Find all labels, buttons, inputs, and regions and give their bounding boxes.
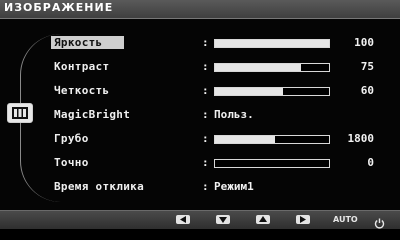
menu-item-brightness[interactable]: Яркость : 100 bbox=[51, 35, 374, 51]
menu-item-label: Яркость bbox=[51, 36, 125, 49]
separator: : bbox=[202, 156, 209, 169]
separator: : bbox=[202, 132, 209, 145]
separator: : bbox=[202, 84, 209, 97]
triangle-left-icon[interactable] bbox=[176, 215, 190, 224]
slider-fill bbox=[215, 88, 284, 95]
separator: : bbox=[202, 36, 209, 49]
slider-fill bbox=[215, 64, 301, 71]
menu-item-label: Четкость bbox=[54, 84, 110, 97]
sharpness-slider[interactable] bbox=[214, 87, 330, 96]
brightness-slider[interactable] bbox=[214, 39, 330, 48]
slider-fill bbox=[215, 40, 329, 47]
menu-item-coarse[interactable]: Грубо : 1800 bbox=[54, 131, 374, 147]
auto-button[interactable]: AUTO bbox=[333, 215, 358, 224]
menu-item-label: Контраст bbox=[54, 60, 110, 73]
osd-menu: ИЗОБРАЖЕНИЕ Яркость : 100 Контраст : 75 … bbox=[0, 0, 400, 229]
sharpness-value: 60 bbox=[360, 84, 374, 97]
menu-item-label: Грубо bbox=[54, 132, 89, 145]
menu-item-magicbright[interactable]: MagicBright : Польз. bbox=[54, 107, 374, 123]
separator: : bbox=[202, 180, 209, 193]
contrast-value: 75 bbox=[360, 60, 374, 73]
fine-value: 0 bbox=[367, 156, 374, 169]
button-guide-bar: AUTO bbox=[0, 210, 400, 229]
power-icon[interactable] bbox=[374, 214, 385, 233]
menu-item-sharpness[interactable]: Четкость : 60 bbox=[54, 83, 374, 99]
response-time-value: Режим1 bbox=[214, 180, 254, 193]
triangle-right-icon[interactable] bbox=[296, 215, 310, 224]
menu-item-label: Точно bbox=[54, 156, 89, 169]
menu-item-label: Время отклика bbox=[54, 180, 144, 193]
slider-fill bbox=[215, 136, 276, 143]
menu-item-label: MagicBright bbox=[54, 108, 131, 121]
fine-slider[interactable] bbox=[214, 159, 330, 168]
brightness-value: 100 bbox=[354, 36, 374, 49]
separator: : bbox=[202, 60, 209, 73]
coarse-slider[interactable] bbox=[214, 135, 330, 144]
magicbright-value: Польз. bbox=[214, 108, 254, 121]
coarse-value: 1800 bbox=[347, 132, 375, 145]
triangle-down-icon[interactable] bbox=[216, 215, 230, 224]
picture-icon[interactable] bbox=[7, 103, 33, 123]
contrast-slider[interactable] bbox=[214, 63, 330, 72]
menu-item-response-time[interactable]: Время отклика : Режим1 bbox=[54, 179, 374, 195]
title-bar: ИЗОБРАЖЕНИЕ bbox=[0, 0, 400, 19]
separator: : bbox=[202, 108, 209, 121]
menu-item-contrast[interactable]: Контраст : 75 bbox=[54, 59, 374, 75]
menu-title: ИЗОБРАЖЕНИЕ bbox=[4, 1, 114, 14]
triangle-up-icon[interactable] bbox=[256, 215, 270, 224]
menu-item-fine[interactable]: Точно : 0 bbox=[54, 155, 374, 171]
